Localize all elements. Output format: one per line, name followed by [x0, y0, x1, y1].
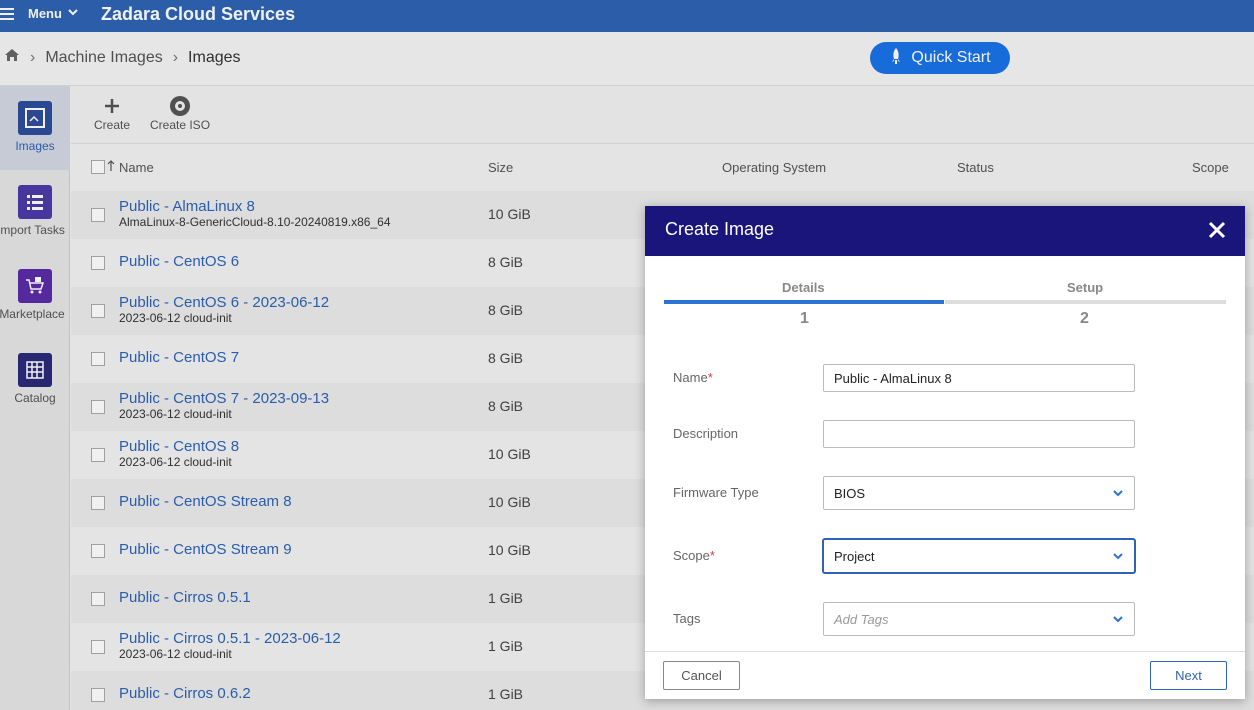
step-details-label: Details: [782, 280, 825, 295]
step-setup-label: Setup: [1067, 280, 1104, 295]
cancel-button[interactable]: Cancel: [663, 661, 740, 690]
name-label: Name*: [673, 370, 713, 385]
wizard-steps: Details 1 Setup 2: [645, 256, 1245, 346]
tags-label: Tags: [673, 611, 701, 626]
scope-select[interactable]: Project: [823, 539, 1135, 573]
close-icon[interactable]: [1207, 220, 1227, 240]
step-details-bar: [664, 300, 944, 304]
step-details-number: 1: [800, 310, 809, 327]
chevron-down-icon: [1113, 553, 1123, 560]
dialog-title: Create Image: [665, 219, 775, 239]
chevron-down-icon: [1113, 616, 1123, 623]
next-button[interactable]: Next: [1150, 661, 1227, 690]
chevron-down-icon: [1113, 490, 1123, 497]
description-label: Description: [673, 426, 739, 441]
name-field[interactable]: Public - AlmaLinux 8: [823, 364, 1135, 392]
step-setup-number: 2: [1080, 310, 1089, 327]
create-image-dialog: Create Image Details 1 Setup 2 Name* Pub…: [645, 206, 1245, 699]
firmware-type-select[interactable]: BIOS: [823, 476, 1135, 510]
firmware-type-value: BIOS: [834, 486, 866, 501]
scope-value: Project: [834, 549, 875, 564]
scope-label: Scope*: [673, 548, 715, 563]
dialog-header: Create Image: [645, 206, 1245, 256]
tags-select[interactable]: Add Tags: [823, 602, 1135, 636]
dialog-footer: Cancel Next: [645, 651, 1245, 699]
firmware-type-label: Firmware Type: [673, 485, 759, 500]
step-setup-bar: [945, 300, 1226, 304]
description-field[interactable]: [823, 420, 1135, 448]
tags-placeholder: Add Tags: [834, 612, 889, 627]
